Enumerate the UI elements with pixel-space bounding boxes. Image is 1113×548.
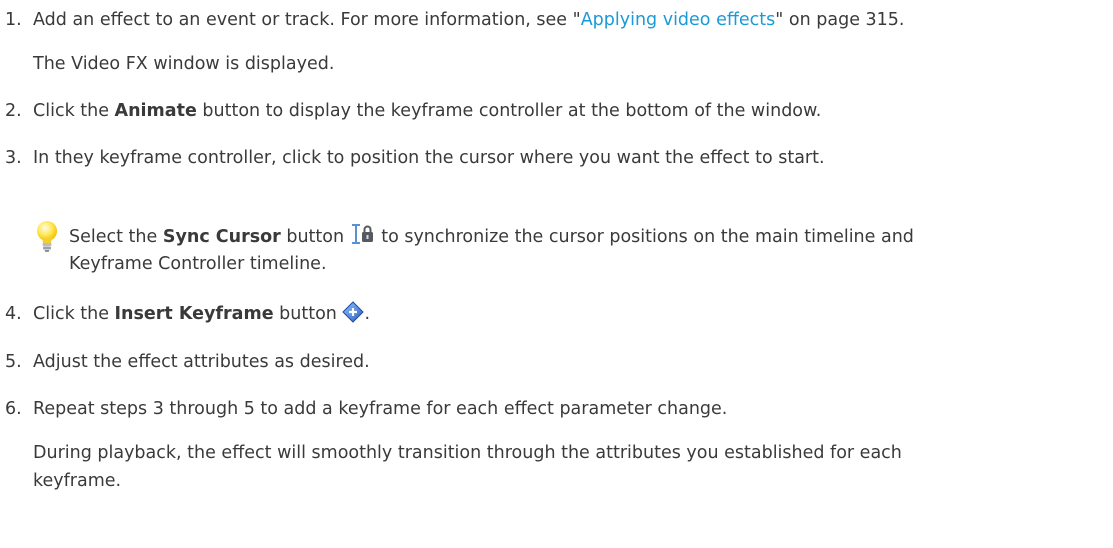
animate-button-label: Animate bbox=[114, 101, 197, 121]
tip-text: to synchronize the cursor positions on t… bbox=[375, 227, 914, 247]
tip-text: Select the bbox=[69, 227, 163, 247]
step-text: . bbox=[364, 304, 371, 324]
step-number: 5. bbox=[5, 352, 22, 372]
step-number: 3. bbox=[5, 148, 22, 168]
applying-video-effects-link[interactable]: Applying video effects bbox=[581, 10, 776, 30]
step-text: button bbox=[273, 304, 337, 324]
step-number: 6. bbox=[5, 399, 22, 419]
sync-cursor-icon bbox=[351, 224, 373, 244]
step-text: Add an effect to an event or track. For … bbox=[33, 10, 581, 30]
step-text: In they keyframe controller, click to po… bbox=[33, 148, 825, 168]
lightbulb-icon bbox=[37, 221, 57, 252]
insert-keyframe-icon bbox=[342, 301, 365, 323]
step-text: Repeat steps 3 through 5 to add a keyfra… bbox=[33, 399, 728, 419]
step-number: 4. bbox=[5, 304, 22, 324]
step-text: Click the bbox=[33, 304, 115, 324]
tip-text: button bbox=[280, 227, 350, 247]
insert-keyframe-label: Insert Keyframe bbox=[114, 304, 274, 324]
step-text: button to display the keyframe controlle… bbox=[196, 101, 822, 121]
sync-cursor-label: Sync Cursor bbox=[162, 227, 281, 247]
step-text: Adjust the effect attributes as desired. bbox=[33, 352, 370, 372]
step-text: Click the bbox=[33, 101, 115, 121]
step-text: " on page 315. bbox=[775, 10, 905, 30]
step-number: 2. bbox=[5, 101, 22, 121]
step-number: 1. bbox=[5, 10, 22, 30]
